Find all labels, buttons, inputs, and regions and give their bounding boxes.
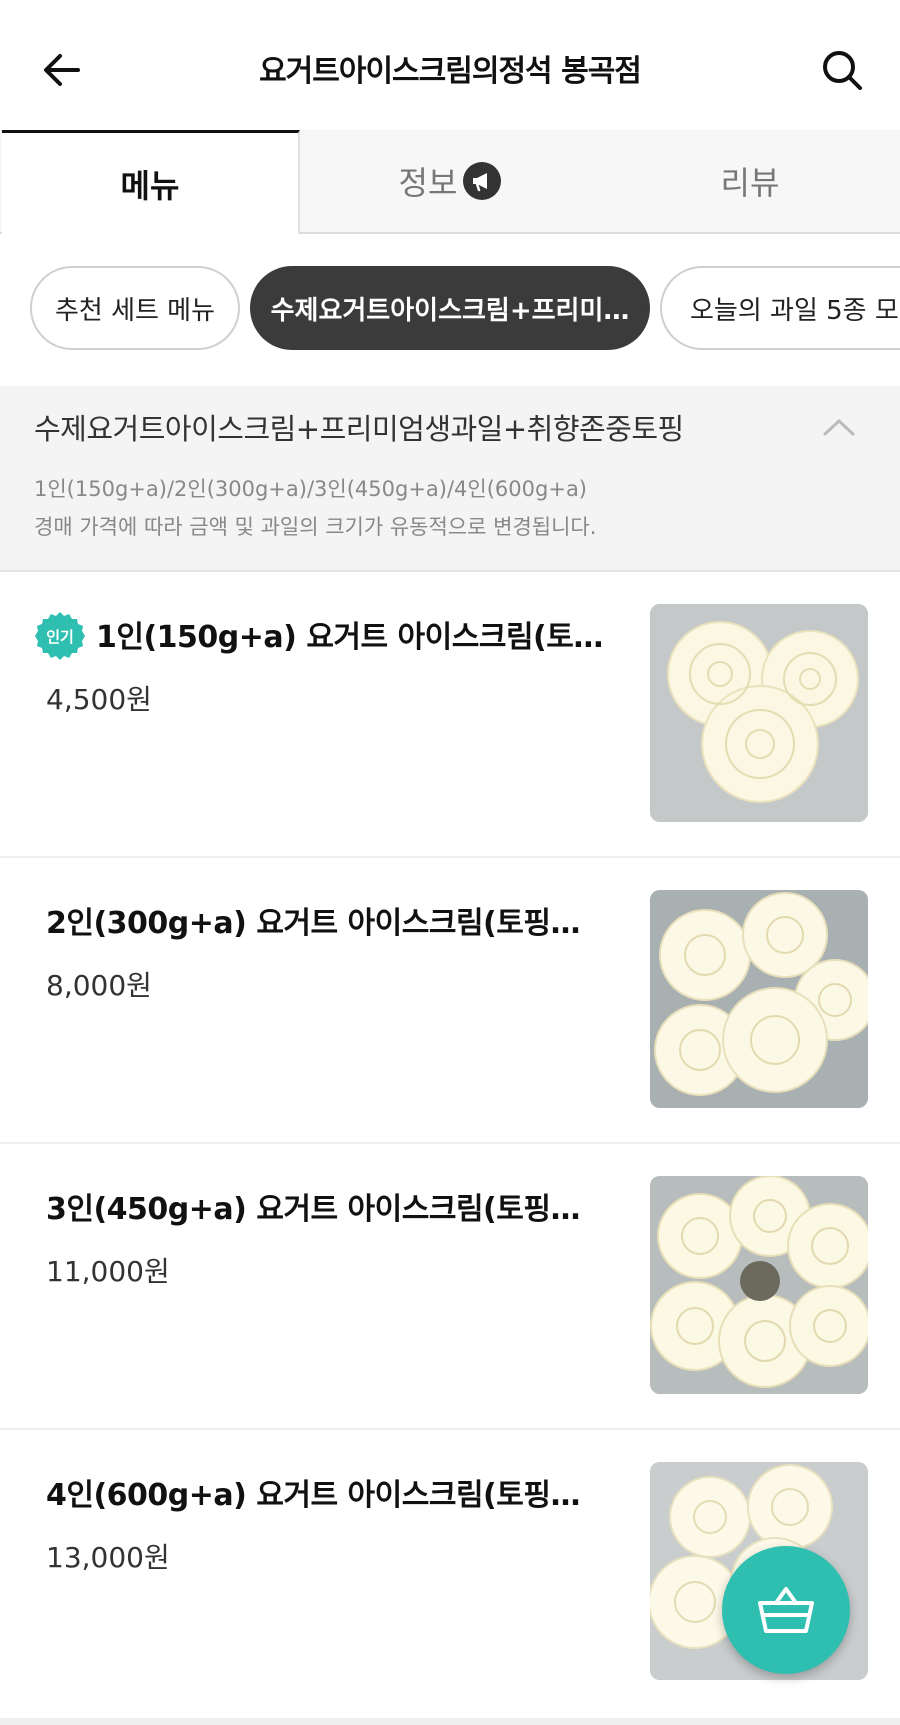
shopping-basket-icon	[758, 1587, 814, 1633]
item-price: 4,500원	[46, 683, 152, 716]
tab-menu[interactable]: 메뉴	[2, 130, 300, 234]
yogurt-ice-cream-image	[650, 890, 868, 1108]
category-section-header: 수제요거트아이스크림+프리미엄생과일+취향존중토핑 1인(150g+a)/2인(…	[0, 386, 900, 572]
megaphone-icon	[463, 162, 502, 200]
chip-recommended-set[interactable]: 추천 세트 메뉴	[30, 266, 240, 350]
item-price: 13,000원	[46, 1541, 170, 1574]
item-name: 4인(600g+a) 요거트 아이스크림(토핑은 별도)	[46, 1478, 606, 1513]
chip-label: 오늘의 과일 5종 모둠	[690, 295, 900, 326]
section-description: 1인(150g+a)/2인(300g+a)/3인(450g+a)/4인(600g…	[34, 470, 596, 546]
arrow-left-icon	[44, 54, 80, 86]
yogurt-ice-cream-image	[650, 1176, 868, 1394]
tab-menu-label: 메뉴	[120, 166, 180, 205]
chevron-up-icon	[823, 419, 855, 436]
tab-info[interactable]: 정보	[300, 130, 600, 232]
popular-badge-label: 인기	[46, 627, 74, 646]
chip-today-fruit[interactable]: 오늘의 과일 5종 모둠	[660, 266, 900, 350]
item-name: 3인(450g+a) 요거트 아이스크림(토핑은 별도)	[46, 1192, 606, 1227]
item-price: 11,000원	[46, 1255, 170, 1288]
chip-label: 추천 세트 메뉴	[54, 295, 216, 326]
item-name: 2인(300g+a) 요거트 아이스크림(토핑은 별도)	[46, 906, 606, 941]
cart-button[interactable]	[722, 1546, 850, 1674]
collapse-button[interactable]	[814, 402, 864, 452]
yogurt-ice-cream-image	[650, 604, 868, 822]
tab-review[interactable]: 리뷰	[600, 130, 900, 232]
tab-review-label: 리뷰	[720, 164, 780, 202]
chip-label: 수제요거트아이스크림+프리미…	[270, 295, 630, 326]
section-title: 수제요거트아이스크림+프리미엄생과일+취향존중토핑	[34, 412, 684, 446]
item-price: 8,000원	[46, 969, 152, 1002]
search-button[interactable]	[814, 42, 870, 98]
category-chip-bar[interactable]: 추천 세트 메뉴 수제요거트아이스크림+프리미… 오늘의 과일 5종 모둠	[0, 234, 900, 386]
menu-item[interactable]: 인기 1인(150g+a) 요거트 아이스크림(토핑은 별도) 4,500원	[0, 572, 900, 858]
page-title: 요거트아이스크림의정석 봉곡점	[259, 54, 642, 89]
item-name: 1인(150g+a) 요거트 아이스크림(토핑은 별도)	[96, 620, 606, 655]
back-button[interactable]	[36, 44, 88, 96]
app-header: 요거트아이스크림의정석 봉곡점	[0, 0, 900, 130]
section-desc-line: 경매 가격에 따라 금액 및 과일의 크기가 유동적으로 변경됩니다.	[34, 515, 597, 539]
section-desc-line: 1인(150g+a)/2인(300g+a)/3인(450g+a)/4인(600g…	[34, 477, 587, 501]
search-icon	[823, 51, 862, 90]
popular-badge: 인기	[34, 610, 86, 662]
tab-bar: 메뉴 정보 리뷰	[0, 130, 900, 234]
menu-item[interactable]: 3인(450g+a) 요거트 아이스크림(토핑은 별도) 11,000원	[0, 1144, 900, 1430]
tab-info-label: 정보	[398, 164, 458, 202]
menu-item[interactable]: 2인(300g+a) 요거트 아이스크림(토핑은 별도) 8,000원	[0, 858, 900, 1144]
chip-yogurt-icecream[interactable]: 수제요거트아이스크림+프리미…	[250, 266, 650, 350]
bottom-divider	[0, 1718, 900, 1725]
